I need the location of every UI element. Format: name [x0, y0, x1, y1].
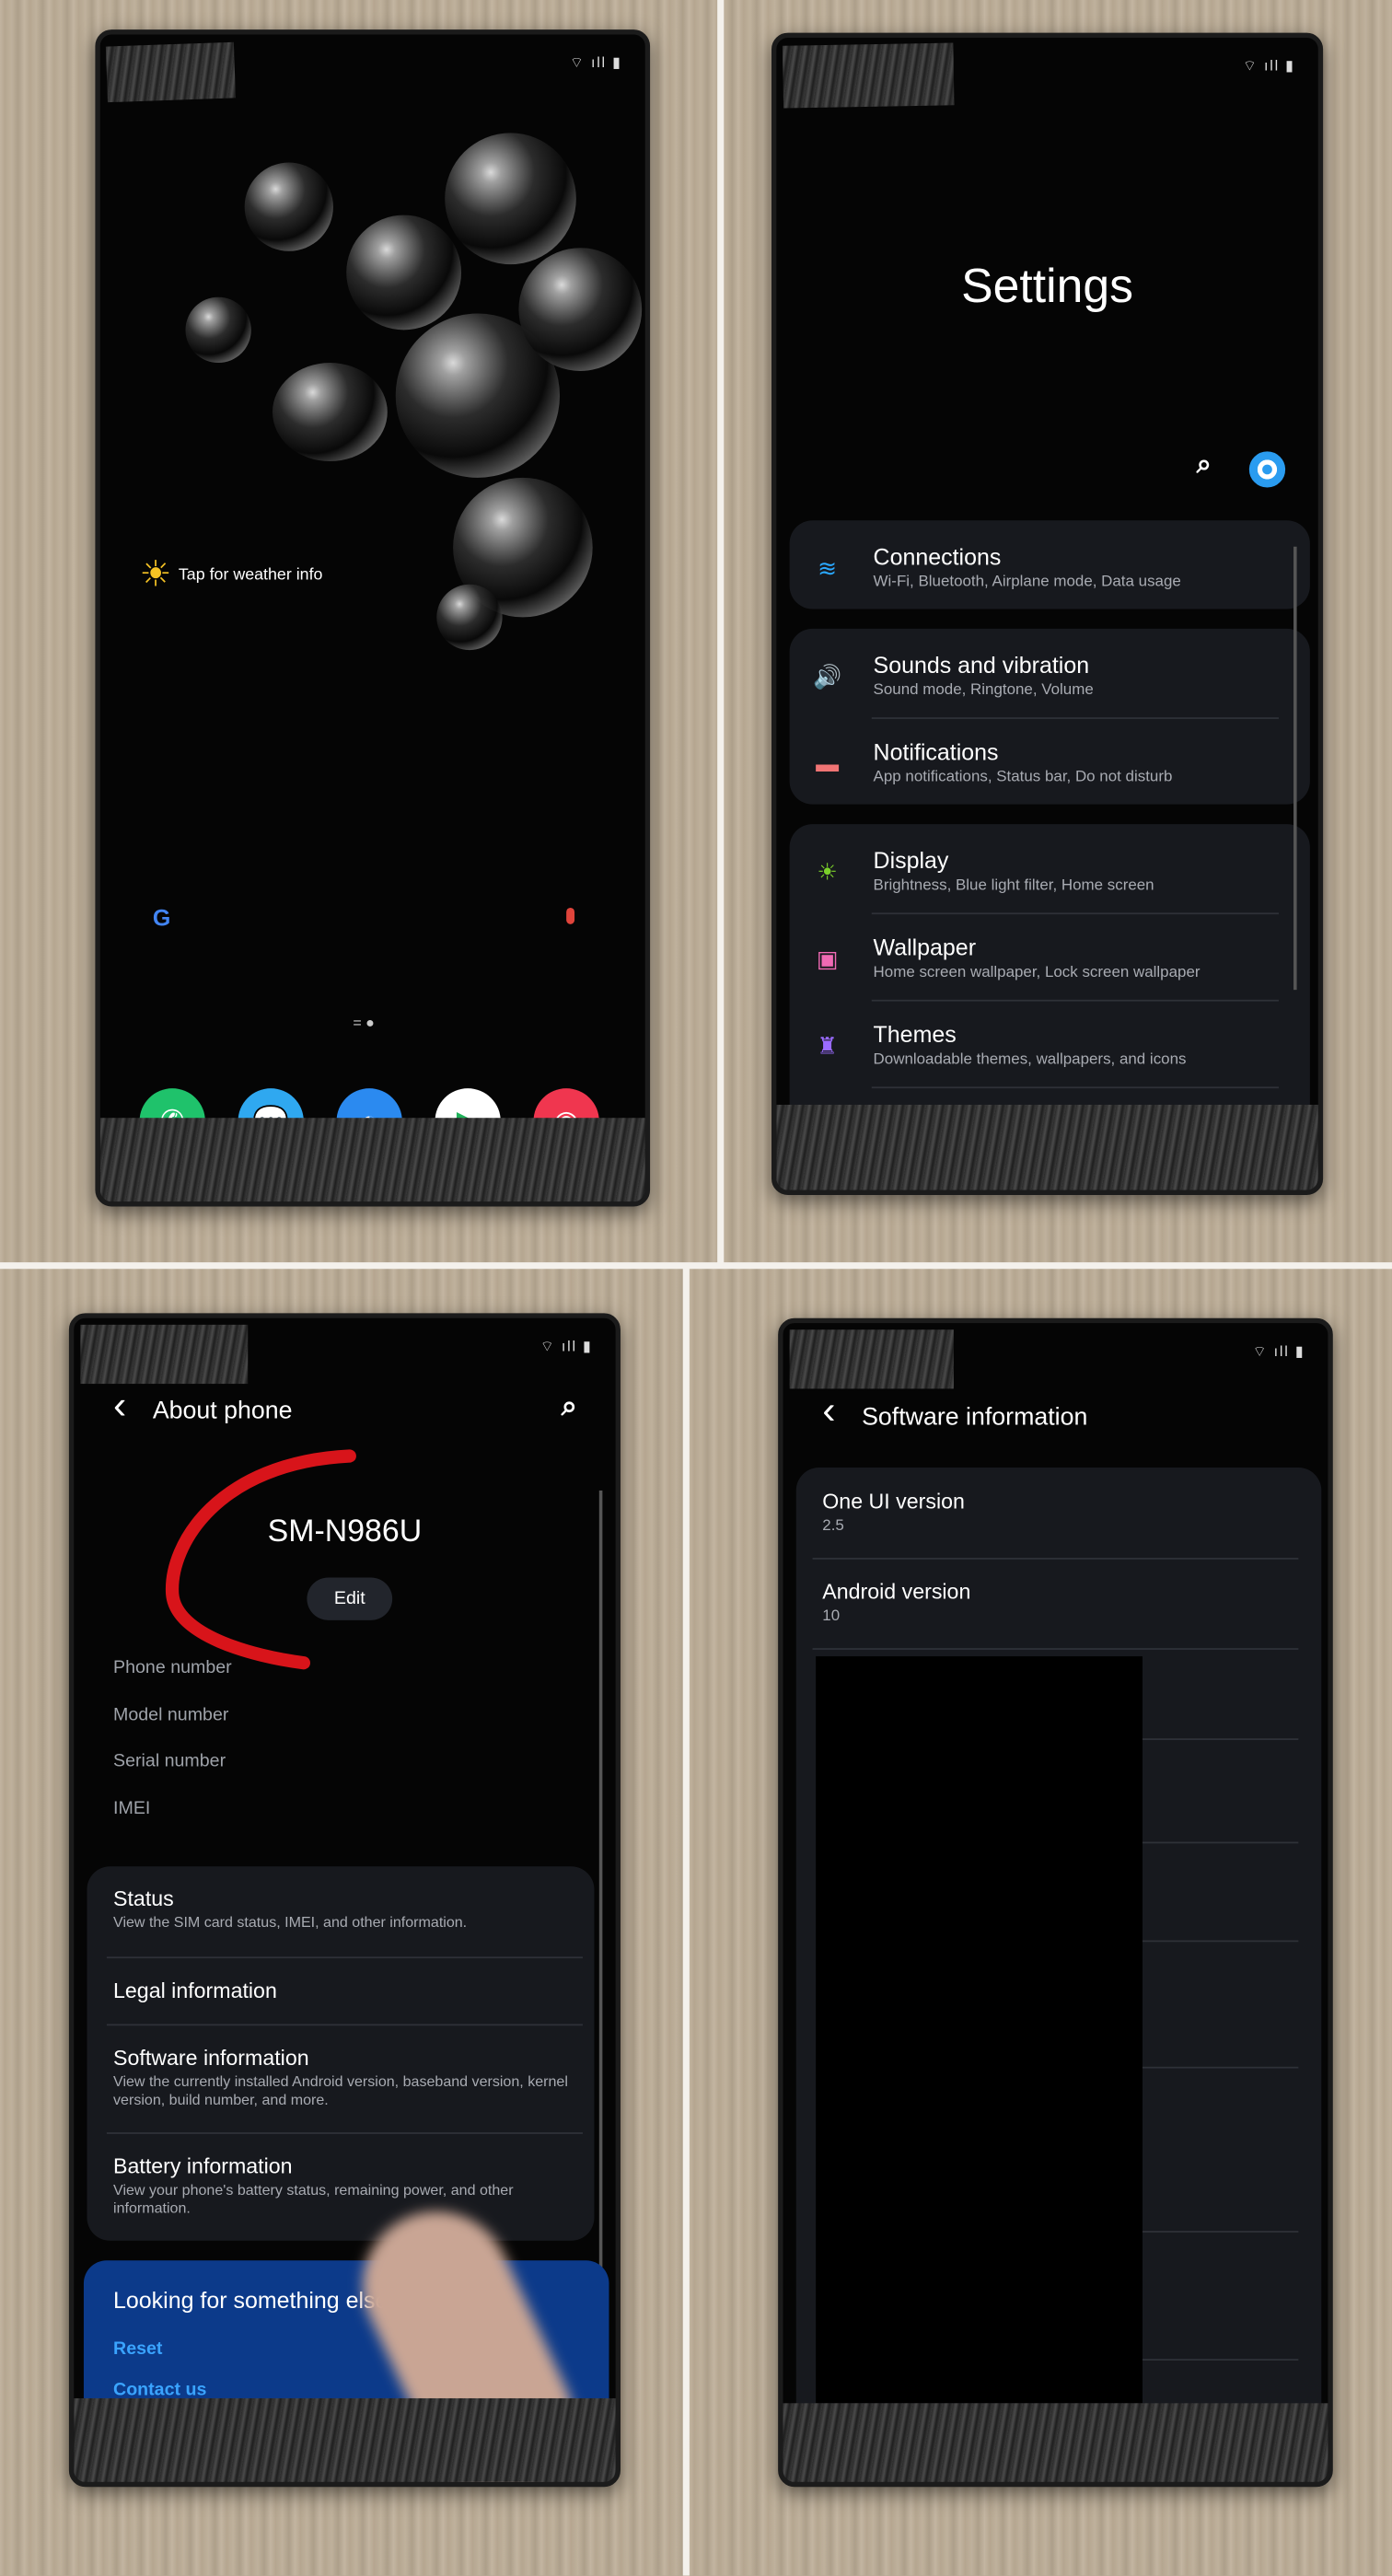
about-item[interactable]: Battery information View your phone's ba…: [113, 2153, 583, 2218]
speaker-icon: 🔊: [813, 662, 842, 689]
image-icon: ▣: [816, 945, 839, 971]
page-title: Software information: [862, 1403, 1088, 1432]
about-item[interactable]: Legal information: [113, 1978, 583, 2006]
weather-label: Tap for weather info: [178, 565, 323, 584]
software-info-phone: ⌔ ıll ▮ ‹ Software information One UI ve…: [778, 1317, 1333, 2488]
status-bar: ⌔ ıll ▮: [1252, 1342, 1305, 1360]
about-field-label[interactable]: Model number: [113, 1705, 228, 1724]
about-item[interactable]: Status View the SIM card status, IMEI, a…: [113, 1886, 583, 1932]
item-subtitle: Sound mode, Ringtone, Volume: [873, 680, 1094, 700]
settings-item-notifications[interactable]: ▬ Notifications App notifications, Status…: [793, 738, 1298, 810]
item-title: Notifications: [873, 738, 999, 765]
item-title: Wallpaper: [873, 934, 977, 961]
settings-item-display[interactable]: ☀ Display Brightness, Blue light filter, …: [793, 847, 1298, 919]
contact-us-link[interactable]: Contact us: [113, 2380, 206, 2399]
wifi-icon: ≋: [818, 553, 838, 581]
settings-item-wallpaper[interactable]: ▣ Wallpaper Home screen wallpaper, Lock s…: [793, 934, 1298, 1006]
item-subtitle: App notifications, Status bar, Do not di…: [873, 768, 1173, 787]
settings-item-connections[interactable]: ≋ Connections Wi-Fi, Bluetooth, Airplane …: [793, 543, 1298, 615]
item-subtitle: Downloadable themes, wallpapers, and ico…: [873, 1050, 1187, 1069]
about-phone-phone: ⌔ ıll ▮ ‹ About phone ⌕ SM-N986U Edit Ph…: [68, 1313, 621, 2488]
back-button[interactable]: ‹: [113, 1384, 126, 1430]
about-field-label[interactable]: Serial number: [113, 1751, 226, 1770]
about-field-label[interactable]: IMEI: [113, 1798, 150, 1817]
item-subtitle: Brightness, Blue light filter, Home scre…: [873, 876, 1154, 895]
item-subtitle: Home screen wallpaper, Lock screen wallp…: [873, 963, 1201, 982]
status-bar: ⌔ ıll ▮: [569, 53, 622, 71]
item-title: Legal information: [113, 1978, 277, 2003]
google-search-icon[interactable]: G: [153, 904, 170, 931]
sun-icon: ☀: [817, 857, 838, 885]
software-item[interactable]: Android version 10: [822, 1579, 970, 1625]
item-title: Sounds and vibration: [873, 651, 1090, 679]
item-title: Software information: [113, 2045, 309, 2071]
item-title: Display: [873, 847, 949, 874]
search-icon[interactable]: ⌕: [562, 1390, 577, 1423]
weather-widget[interactable]: ☀ Tap for weather info: [140, 553, 323, 596]
about-field-label[interactable]: Phone number: [113, 1658, 232, 1677]
item-title: Themes: [873, 1021, 957, 1048]
looking-title: Looking for something else?: [113, 2286, 401, 2314]
settings-item-themes[interactable]: ♜ Themes Downloadable themes, wallpapers,…: [793, 1021, 1298, 1093]
item-title: One UI version: [822, 1489, 965, 1514]
item-title: Status: [113, 1886, 174, 1911]
settings-phone: ⌔ ıll ▮ Settings ⌕ ≋ Connections Wi-Fi, B…: [771, 32, 1324, 1196]
red-annotation-arc: [166, 1449, 356, 1670]
item-value: 2.5: [822, 1516, 844, 1536]
redaction-box: [816, 1656, 1143, 2404]
about-item[interactable]: Software information View the currently …: [113, 2046, 583, 2110]
search-icon[interactable]: ⌕: [1197, 451, 1212, 481]
page-title: Settings: [961, 261, 1133, 314]
item-subtitle: View the currently installed Android ver…: [113, 2072, 568, 2108]
weather-sun-cloud-icon: ☀: [139, 552, 172, 595]
edit-button[interactable]: Edit: [307, 1577, 393, 1620]
item-subtitle: Wi-Fi, Bluetooth, Airplane mode, Data us…: [873, 573, 1181, 591]
page-indicator: = ●: [353, 1014, 375, 1031]
page-title: About phone: [152, 1397, 293, 1425]
item-subtitle: View your phone's battery status, remain…: [113, 2181, 514, 2217]
account-avatar-icon[interactable]: [1248, 451, 1286, 488]
brush-icon: ♜: [817, 1031, 838, 1059]
settings-item-sounds-and-vibration[interactable]: 🔊 Sounds and vibration Sound mode, Ringto…: [793, 652, 1298, 724]
item-value: 10: [822, 1607, 841, 1626]
scrollbar[interactable]: [598, 1490, 603, 2345]
status-bar: ⌔ ıll ▮: [539, 1338, 593, 1354]
status-bar: ⌔ ıll ▮: [1242, 57, 1295, 75]
item-title: Connections: [873, 543, 1002, 570]
reset-link[interactable]: Reset: [113, 2339, 162, 2359]
device-model-name: SM-N986U: [267, 1514, 423, 1550]
software-item[interactable]: One UI version 2.5: [822, 1489, 965, 1535]
home-screen-phone: ⌔ ıll ▮ ☀ Tap for weather info G = ● ✆💬◐…: [95, 29, 651, 1207]
item-title: Android version: [822, 1579, 971, 1604]
notification-icon: ▬: [816, 749, 840, 777]
mic-icon[interactable]: [566, 907, 575, 924]
item-subtitle: View the SIM card status, IMEI, and othe…: [113, 1913, 468, 1931]
back-button[interactable]: ‹: [822, 1388, 835, 1434]
item-title: Battery information: [113, 2153, 293, 2179]
